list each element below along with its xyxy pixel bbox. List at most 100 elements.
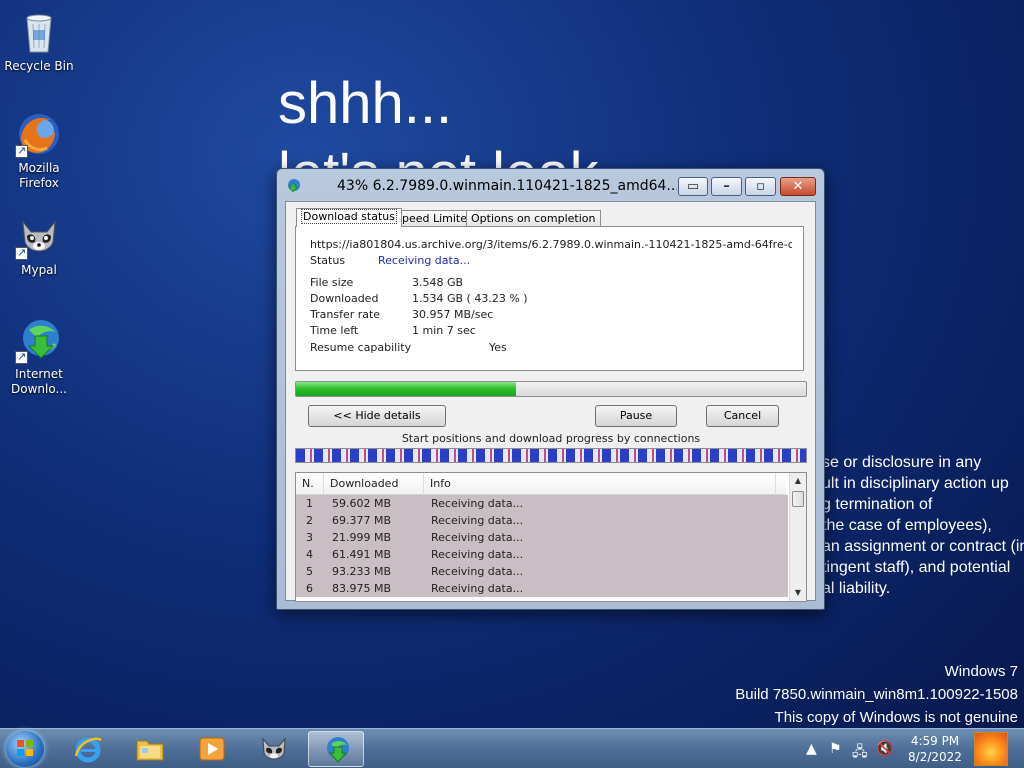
clock-date: 8/2/2022 [908, 750, 962, 764]
legal-line: se or disclosure in any [822, 454, 982, 471]
pause-button[interactable]: Pause [595, 405, 677, 427]
desktop-icon-label: Mozilla Firefox [18, 161, 60, 190]
system-clock[interactable]: 4:59 PM 8/2/2022 [900, 733, 970, 765]
row-info: Receiving data... [431, 497, 524, 510]
legal-line: tingent staff), and potential [822, 559, 1011, 576]
taskbar-internet-download-manager[interactable] [308, 731, 364, 767]
action-center-flag-icon[interactable]: ⚑ [829, 741, 842, 757]
row-number: 2 [306, 514, 313, 527]
internet-explorer-icon [73, 734, 103, 764]
time-left-label: Time left [310, 324, 359, 337]
scroll-up-arrow-icon[interactable]: ▲ [790, 473, 806, 489]
desktop-icon-mypal[interactable]: Mypal [1, 212, 77, 278]
scroll-down-arrow-icon[interactable]: ▼ [790, 585, 806, 601]
row-downloaded: 83.975 MB [332, 582, 392, 595]
table-header: N. Downloaded Info [296, 473, 786, 495]
volume-muted-icon[interactable]: 🔇 [876, 741, 893, 757]
legal-line: an assignment or contract (in [822, 538, 1024, 555]
file-size-value: 3.548 GB [412, 276, 464, 289]
close-button[interactable]: ✕ [780, 177, 816, 196]
tab-label: Options on completion [471, 212, 596, 225]
table-scrollbar[interactable]: ▲ ▼ [789, 473, 806, 601]
connections-progress-bar [295, 448, 807, 463]
download-status-panel: https://ia801804.us.archive.org/3/items/… [295, 226, 804, 371]
wallpaper-subtitle: let's not leak [278, 140, 599, 170]
watermark-genuine-notice: This copy of Windows is not genuine [774, 709, 1018, 726]
scrollbar-thumb[interactable] [792, 491, 804, 507]
tab-download-status[interactable]: Download status [296, 208, 402, 227]
desktop-icon-firefox[interactable]: Mozilla Firefox [1, 110, 77, 191]
start-button[interactable] [6, 731, 44, 767]
internet-download-manager-icon [322, 735, 352, 765]
transfer-rate-label: Transfer rate [310, 308, 381, 321]
shortcut-arrow-icon [15, 143, 28, 158]
row-downloaded: 61.491 MB [332, 548, 392, 561]
table-row[interactable]: 2 69.377 MB Receiving data... [296, 512, 788, 529]
resume-capability-value: Yes [489, 341, 507, 354]
column-header-number[interactable]: N. [296, 473, 324, 495]
transfer-rate-value: 30.957 MB/sec [412, 308, 494, 321]
legal-line: al liability. [822, 580, 891, 597]
connections-table: N. Downloaded Info 1 59.602 MB Receiving… [295, 472, 807, 602]
dialog-title: 43% 6.2.7989.0.winmain.110421-1825_amd64… [337, 178, 677, 194]
clock-time: 4:59 PM [910, 734, 960, 748]
wallpaper-title: shhh... [278, 71, 453, 136]
minimize-to-tray-button[interactable]: ▭ [678, 177, 708, 196]
show-desktop-button[interactable] [974, 732, 1008, 766]
recycle-bin-icon [15, 8, 63, 56]
time-left-value: 1 min 7 sec [412, 324, 476, 337]
shortcut-arrow-icon [15, 245, 28, 260]
idm-app-icon [285, 178, 301, 194]
minimize-button[interactable]: – [711, 177, 742, 196]
taskbar-file-explorer[interactable] [122, 731, 178, 767]
row-number: 3 [306, 531, 313, 544]
row-number: 5 [306, 565, 313, 578]
row-info: Receiving data... [431, 531, 524, 544]
row-number: 1 [306, 497, 313, 510]
table-row[interactable]: 5 93.233 MB Receiving data... [296, 563, 788, 580]
windows-logo-icon [17, 740, 33, 756]
file-size-label: File size [310, 276, 354, 289]
wallpaper-legal-text: se or disclosure in any ult in disciplin… [822, 452, 1024, 599]
desktop-icon-label: Recycle Bin [4, 59, 74, 73]
row-downloaded: 21.999 MB [332, 531, 392, 544]
status-value: Receiving data... [378, 254, 471, 267]
network-icon[interactable]: 🖧 [852, 741, 868, 765]
resume-capability-label: Resume capability [310, 341, 412, 354]
legal-line: g termination of [822, 496, 933, 513]
table-row[interactable]: 4 61.491 MB Receiving data... [296, 546, 788, 563]
status-label: Status [310, 254, 346, 267]
dialog-titlebar[interactable]: 43% 6.2.7989.0.winmain.110421-1825_amd64… [277, 169, 824, 201]
row-downloaded: 69.377 MB [332, 514, 392, 527]
taskbar-media-player[interactable] [184, 731, 240, 767]
downloaded-label: Downloaded [310, 292, 379, 305]
tab-options-on-completion[interactable]: Options on completion [466, 210, 601, 227]
row-downloaded: 59.602 MB [332, 497, 392, 510]
cancel-button[interactable]: Cancel [706, 405, 779, 427]
internet-download-manager-icon [15, 316, 63, 364]
folder-icon [135, 734, 165, 764]
hide-details-button[interactable]: << Hide details [308, 405, 446, 427]
row-info: Receiving data... [431, 582, 524, 595]
watermark-edition: Windows 7 [944, 663, 1018, 680]
watermark-build: Build 7850.winmain_win8m1.100922-1508 [735, 686, 1018, 703]
show-hidden-icons-arrow-icon[interactable]: ▲ [806, 741, 817, 757]
legal-line: ult in disciplinary action up [822, 475, 1009, 492]
legal-line: the case of employees), [822, 517, 992, 534]
taskbar-internet-explorer[interactable] [60, 731, 116, 767]
table-row[interactable]: 1 59.602 MB Receiving data... [296, 495, 788, 512]
tab-speed-limiter[interactable]: Speed Limiter [390, 210, 477, 227]
table-body: 1 59.602 MB Receiving data... 2 69.377 M… [296, 495, 788, 597]
desktop-icon-internet-download-manager[interactable]: Internet Downlo... [1, 316, 77, 397]
table-row[interactable]: 3 21.999 MB Receiving data... [296, 529, 788, 546]
column-header-downloaded[interactable]: Downloaded [324, 473, 424, 495]
download-progress-bar [295, 381, 807, 397]
download-progress-dialog: 43% 6.2.7989.0.winmain.110421-1825_amd64… [276, 168, 825, 610]
table-row[interactable]: 6 83.975 MB Receiving data... [296, 580, 788, 597]
taskbar-mypal[interactable] [246, 731, 302, 767]
shortcut-arrow-icon [15, 349, 28, 364]
desktop-icon-recycle-bin[interactable]: Recycle Bin [1, 8, 77, 74]
maximize-button[interactable]: ▫ [745, 177, 776, 196]
taskbar: ▲ ⚑ 🖧 🔇 4:59 PM 8/2/2022 [0, 728, 1024, 768]
column-header-info[interactable]: Info [424, 473, 776, 495]
